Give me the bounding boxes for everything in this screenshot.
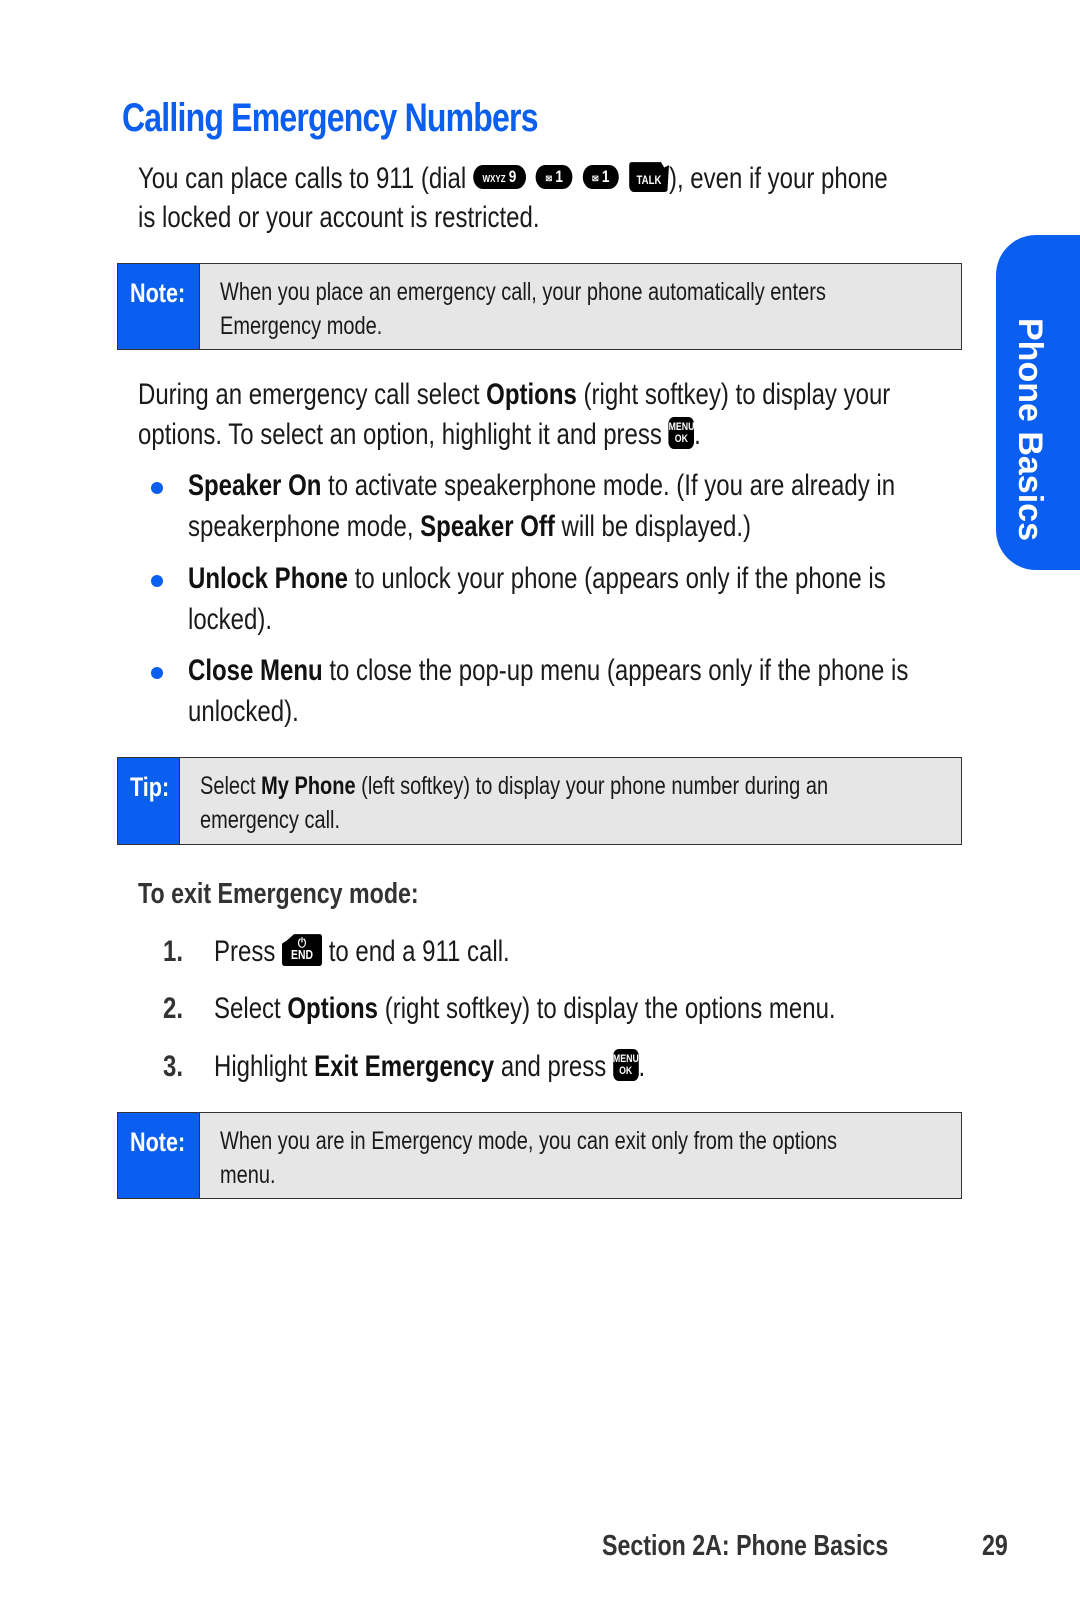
footer-section: Section 2A: Phone Basics	[602, 1530, 889, 1562]
bullet-item-cont: locked).	[188, 603, 273, 636]
note-box: Note: When you are in Emergency mode, yo…	[117, 1112, 962, 1199]
step-item: Press ⏻ END to end a 911 call.	[214, 934, 510, 968]
note-label: Note:	[118, 1113, 200, 1198]
bullet-item: Unlock Phone to unlock your phone (appea…	[188, 562, 886, 595]
menu-ok-key-icon: MENU OK	[612, 1049, 639, 1082]
section-side-tab-label: Phone Basics	[1011, 318, 1049, 541]
note-content: When you place an emergency call, your p…	[220, 278, 826, 340]
bullet-item-cont: unlocked).	[188, 695, 299, 728]
note-label: Note:	[118, 264, 200, 349]
page-number: 29	[982, 1530, 1008, 1562]
bullet-item-cont: speakerphone mode, Speaker Off will be d…	[188, 510, 751, 543]
intro-line-1: You can place calls to 911 (dial WXYZ 9 ✉…	[138, 162, 888, 195]
menu-ok-key-icon: MENU OK	[668, 417, 694, 450]
step-number: 1.	[163, 935, 184, 968]
key-9-icon: WXYZ 9	[472, 165, 526, 190]
bullet-icon	[151, 575, 163, 587]
step-number: 2.	[163, 992, 184, 1025]
key-1-icon: ✉ 1	[535, 165, 573, 190]
section-heading: To exit Emergency mode:	[138, 878, 419, 910]
note-box: Note: When you place an emergency call, …	[117, 263, 962, 350]
step-number: 3.	[163, 1050, 184, 1083]
tip-box: Tip: Select My Phone (left softkey) to d…	[117, 757, 962, 845]
intro-line-2: is locked or your account is restricted.	[138, 201, 540, 234]
bullet-item: Close Menu to close the pop-up menu (app…	[188, 654, 909, 687]
bullet-item: Speaker On to activate speakerphone mode…	[188, 469, 896, 502]
end-key-icon: ⏻ END	[282, 934, 323, 967]
key-1-icon: ✉ 1	[582, 165, 620, 190]
page-title: Calling Emergency Numbers	[122, 96, 538, 140]
step-item: Select Options (right softkey) to displa…	[214, 992, 836, 1025]
tip-content: Select My Phone (left softkey) to displa…	[200, 772, 829, 834]
talk-key-icon: TALK	[628, 162, 669, 193]
options-line-2: options. To select an option, highlight …	[138, 417, 701, 451]
options-line-1: During an emergency call select Options …	[138, 378, 891, 411]
tip-label: Tip:	[118, 758, 180, 844]
note-content: When you are in Emergency mode, you can …	[220, 1127, 837, 1189]
step-item: Highlight Exit Emergency and press MENU O…	[214, 1049, 646, 1083]
bullet-icon	[151, 482, 163, 494]
bullet-icon	[151, 667, 163, 679]
